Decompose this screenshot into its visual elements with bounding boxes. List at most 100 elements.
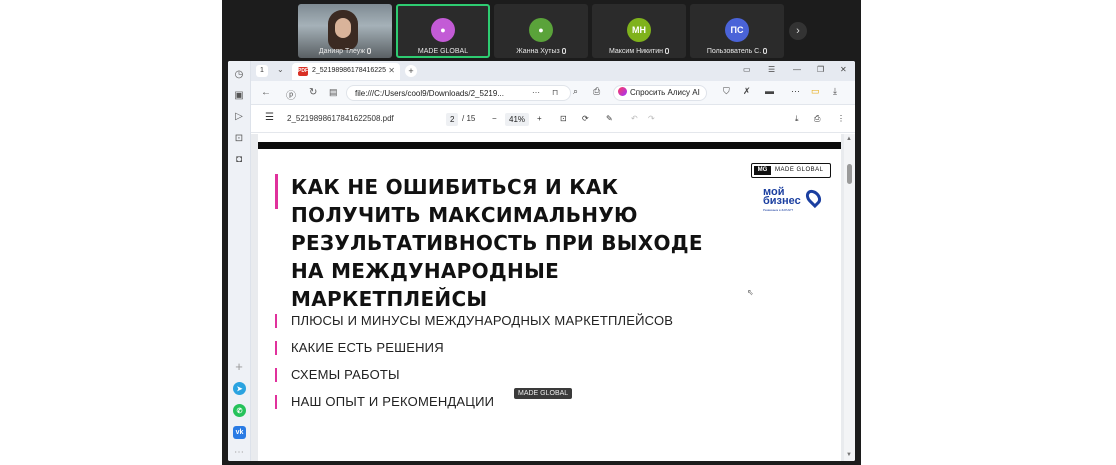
user-avatar-icon: ● bbox=[431, 18, 455, 42]
minimize-icon[interactable]: — bbox=[793, 65, 801, 74]
play-icon[interactable]: ▷ bbox=[233, 110, 245, 122]
participant-tile-1[interactable]: Данияр Тлеуж bbox=[298, 4, 392, 58]
avatar: ПС bbox=[725, 18, 749, 42]
title-line: МАРКЕТПЛЕЙСЫ bbox=[291, 287, 488, 311]
bullet-text: КАКИЕ ЕСТЬ РЕШЕНИЯ bbox=[291, 340, 444, 355]
tabs-menu-icon[interactable]: ▭ bbox=[743, 65, 751, 74]
url-field[interactable]: file:///C:/Users/cool9/Downloads/2_5219.… bbox=[346, 85, 571, 101]
history-icon[interactable]: ◷ bbox=[233, 68, 245, 80]
fit-page-icon[interactable]: ⊡ bbox=[560, 114, 567, 123]
pdf-icon: PDF bbox=[298, 67, 308, 76]
zoom-out-icon[interactable]: − bbox=[492, 114, 497, 123]
slide-title: КАК НЕ ОШИБИТЬСЯ И КАК ПОЛУЧИТЬ МАКСИМАЛ… bbox=[291, 173, 751, 313]
rotate-icon[interactable]: ⟳ bbox=[582, 114, 589, 123]
participant-tile-2[interactable]: ● MADE GLOBAL bbox=[396, 4, 490, 58]
list-item: ПЛЮСЫ И МИНУСЫ МЕЖДУНАРОДНЫХ МАРКЕТПЛЕЙС… bbox=[275, 310, 835, 337]
chevron-down-icon[interactable]: ⌄ bbox=[277, 65, 284, 74]
title-line: КАК НЕ ОШИБИТЬСЯ И КАК bbox=[291, 175, 619, 199]
mic-icon bbox=[763, 48, 768, 55]
reload-icon[interactable]: ↻ bbox=[309, 87, 317, 98]
tab-pdf[interactable]: PDF 2_52198986178416225 ✕ bbox=[292, 63, 400, 80]
menu-icon[interactable]: ☰ bbox=[265, 112, 274, 123]
download-icon[interactable]: ⤓ bbox=[795, 114, 799, 124]
browser-sidebar: ◷ ▣ ▷ ⊡ ◘ + ➤ ✆ vk ⋯ bbox=[228, 61, 251, 461]
location-pin-icon bbox=[802, 186, 825, 209]
close-icon[interactable]: ✕ bbox=[388, 66, 395, 75]
participant-name: Жанна Хутыз bbox=[516, 48, 560, 55]
page-top-bar bbox=[258, 142, 841, 149]
pdf-toolbar: ☰ 2_5219898617841622508.pdf 2 / 15 − 41%… bbox=[251, 106, 855, 133]
battery-icon[interactable]: ▭ bbox=[811, 86, 820, 97]
title-line: РЕЗУЛЬТАТИВНОСТЬ ПРИ ВЫХОДЕ bbox=[291, 231, 703, 255]
ask-alice-button[interactable]: Спросить Алису AI bbox=[613, 85, 707, 101]
participant-tile-5[interactable]: ПС Пользователь С. bbox=[690, 4, 784, 58]
title-line: ПОЛУЧИТЬ МАКСИМАЛЬНУЮ bbox=[291, 203, 638, 227]
print-icon[interactable]: ⎙ bbox=[593, 86, 600, 97]
vk-icon[interactable]: vk bbox=[233, 426, 246, 439]
collections-icon[interactable]: ▣ bbox=[233, 89, 245, 101]
downloads-icon[interactable]: ⋯ bbox=[791, 86, 800, 97]
page-number-input[interactable]: 2 bbox=[446, 113, 459, 126]
avatar: МН bbox=[627, 18, 651, 42]
chevron-right-icon[interactable]: › bbox=[789, 22, 807, 40]
bullet-text: СХЕМЫ РАБОТЫ bbox=[291, 367, 400, 382]
address-bar: ← ⓟ ↻ ▤ file:///C:/Users/cool9/Downloads… bbox=[251, 81, 855, 105]
participant-name: Данияр Тлеуж bbox=[318, 48, 366, 55]
protect-icon[interactable]: ⓟ bbox=[286, 87, 296, 102]
restore-icon[interactable]: ❐ bbox=[817, 65, 824, 74]
shield-icon[interactable]: ⛉ bbox=[723, 86, 730, 97]
more-icon[interactable]: ⋯ bbox=[233, 446, 245, 458]
pdf-viewer[interactable]: MG MADE GLOBAL мой бизнес Развиваем в ЗА… bbox=[251, 134, 855, 461]
user-avatar-icon: ● bbox=[529, 18, 553, 42]
close-window-icon[interactable]: ✕ bbox=[840, 65, 847, 74]
zoom-in-icon[interactable]: + bbox=[537, 114, 542, 123]
page-total: / 15 bbox=[462, 114, 476, 123]
undo-icon[interactable]: ↶ bbox=[631, 114, 638, 123]
mg-mark: MG bbox=[754, 166, 771, 175]
conference-stage: Данияр Тлеуж ● MADE GLOBAL ● Жанна Хутыз… bbox=[222, 0, 861, 465]
more-vertical-icon[interactable]: ⋮ bbox=[837, 114, 845, 123]
tab-title: 2_52198986178416225 bbox=[312, 67, 386, 74]
bookmark-icon[interactable]: ⊓ bbox=[552, 88, 558, 97]
redo-icon[interactable]: ↷ bbox=[648, 114, 655, 123]
telegram-icon[interactable]: ➤ bbox=[233, 382, 246, 395]
bullet-text: НАШ ОПЫТ И РЕКОМЕНДАЦИИ bbox=[291, 394, 495, 409]
slide-bullets: ПЛЮСЫ И МИНУСЫ МЕЖДУНАРОДНЫХ МАРКЕТПЛЕЙС… bbox=[275, 310, 835, 418]
title-line: НА МЕЖДУНАРОДНЫЕ bbox=[291, 259, 560, 283]
draw-icon[interactable]: ✎ bbox=[606, 114, 613, 123]
list-item: КАКИЕ ЕСТЬ РЕШЕНИЯ bbox=[275, 337, 835, 364]
new-tab-icon[interactable]: + bbox=[405, 65, 417, 77]
app-icon[interactable]: ◘ bbox=[233, 153, 245, 165]
participant-tile-3[interactable]: ● Жанна Хутыз bbox=[494, 4, 588, 58]
scrollbar[interactable]: ▲ ▼ bbox=[844, 134, 855, 461]
search-icon[interactable]: ⌕ bbox=[573, 86, 578, 97]
back-icon[interactable]: ← bbox=[261, 87, 271, 98]
more-icon[interactable]: ⋯ bbox=[532, 88, 540, 97]
made-global-logo: MG MADE GLOBAL bbox=[751, 163, 831, 178]
extension-icon[interactable]: ✗ bbox=[743, 86, 751, 97]
tab-count[interactable]: 1 bbox=[256, 65, 268, 77]
mic-icon bbox=[367, 48, 372, 55]
zoom-level[interactable]: 41% bbox=[505, 113, 530, 126]
mg-logo-text: MADE GLOBAL bbox=[775, 167, 824, 173]
download-badge-icon[interactable]: ⤓ bbox=[833, 86, 837, 97]
title-accent-bar bbox=[275, 174, 278, 209]
whatsapp-icon[interactable]: ✆ bbox=[233, 404, 246, 417]
alice-icon bbox=[618, 87, 627, 96]
menu-icon[interactable]: ☰ bbox=[768, 65, 775, 74]
scroll-down-icon[interactable]: ▼ bbox=[846, 452, 852, 458]
extension-2-icon[interactable]: ▬ bbox=[765, 86, 774, 96]
scroll-thumb[interactable] bbox=[847, 164, 852, 184]
pdf-page: MG MADE GLOBAL мой бизнес Развиваем в ЗА… bbox=[258, 134, 841, 461]
logo-line-2: бизнес bbox=[763, 195, 801, 207]
participant-tile-4[interactable]: МН Максим Никитин bbox=[592, 4, 686, 58]
logo-subtitle: Развиваем в ЗАПАРТ bbox=[763, 208, 794, 212]
add-icon[interactable]: + bbox=[233, 359, 245, 374]
scroll-up-icon[interactable]: ▲ bbox=[846, 136, 852, 142]
participant-strip: Данияр Тлеуж ● MADE GLOBAL ● Жанна Хутыз… bbox=[222, 0, 861, 62]
file-icon: ▤ bbox=[329, 87, 338, 97]
screenshot-icon[interactable]: ⊡ bbox=[233, 132, 245, 144]
bullet-text: ПЛЮСЫ И МИНУСЫ МЕЖДУНАРОДНЫХ МАРКЕТПЛЕЙС… bbox=[291, 313, 674, 328]
list-item: СХЕМЫ РАБОТЫ bbox=[275, 364, 835, 391]
print-icon[interactable]: ⎙ bbox=[814, 114, 820, 124]
